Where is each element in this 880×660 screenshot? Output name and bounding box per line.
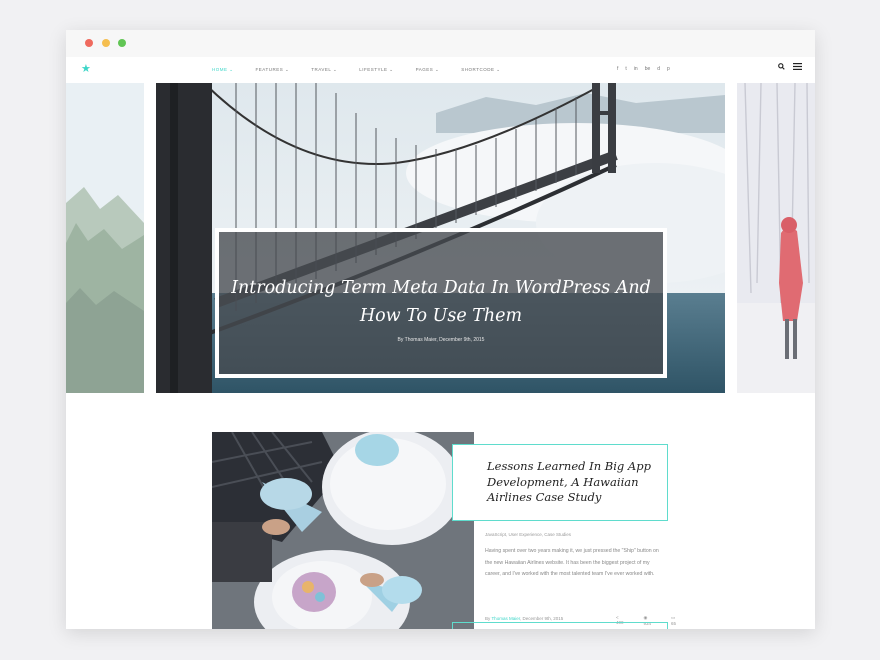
hero-slider: Introducing Term Meta Data In WordPress …: [66, 83, 815, 393]
post-date: , December 9th, 2015: [519, 616, 564, 621]
menu-item-features[interactable]: Features ⌄: [256, 67, 290, 73]
browser-window: ★ Home ⌄ Features ⌄ Travel ⌄ Lifestyle ⌄…: [66, 30, 815, 629]
star-icon[interactable]: ★: [81, 64, 91, 75]
hero-meta: By Thomas Maier, December 9th, 2015: [397, 337, 485, 343]
linkedin-icon[interactable]: in: [634, 66, 638, 72]
hero-caption[interactable]: Introducing Term Meta Data In WordPress …: [215, 228, 667, 378]
menu-item-shortcode[interactable]: Shortcode ⌄: [461, 67, 500, 73]
search-icon[interactable]: [778, 63, 785, 70]
previous-slide[interactable]: [66, 83, 144, 393]
post-excerpt: Having spent over two years making it, w…: [485, 548, 659, 577]
facebook-icon[interactable]: f: [617, 66, 618, 72]
hamburger-icon[interactable]: [793, 63, 802, 70]
maximize-window-button[interactable]: [118, 39, 126, 47]
menu-item-pages[interactable]: Pages ⌄: [416, 67, 440, 73]
twitter-icon[interactable]: t: [625, 66, 626, 72]
post-author-link[interactable]: Thomas Maier: [491, 616, 520, 621]
post-card: Lessons Learned In Big App Development, …: [212, 432, 676, 629]
main-menu: Home ⌄ Features ⌄ Travel ⌄ Lifestyle ⌄ P…: [212, 67, 523, 73]
top-navigation: ★ Home ⌄ Features ⌄ Travel ⌄ Lifestyle ⌄…: [66, 57, 815, 83]
social-links: f t in be d p: [617, 66, 677, 72]
next-slide[interactable]: [737, 83, 815, 393]
byline-prefix: By: [485, 616, 491, 621]
eye-icon: ◉: [643, 615, 648, 620]
behance-icon[interactable]: be: [645, 66, 651, 72]
featured-slide[interactable]: Introducing Term Meta Data In WordPress …: [156, 83, 725, 393]
menu-item-lifestyle[interactable]: Lifestyle ⌄: [359, 67, 393, 73]
minimize-window-button[interactable]: [102, 39, 110, 47]
close-window-button[interactable]: [85, 39, 93, 47]
post-byline: By Thomas Maier, December 9th, 2015: [485, 616, 563, 621]
menu-item-travel[interactable]: Travel ⌄: [311, 67, 337, 73]
pinterest-icon[interactable]: p: [667, 66, 670, 72]
comment-icon: ▭: [671, 615, 676, 620]
hero-title[interactable]: Introducing Term Meta Data In WordPress …: [219, 274, 663, 330]
post-footer-border: [452, 622, 668, 629]
menu-item-home[interactable]: Home ⌄: [212, 67, 234, 73]
post-title[interactable]: Lessons Learned In Big App Development, …: [487, 459, 662, 506]
post-categories[interactable]: JavaScript, User Experience, Case Studie…: [485, 532, 571, 537]
nav-tools: [778, 63, 802, 70]
dribbble-icon[interactable]: d: [657, 66, 660, 72]
window-chrome: [66, 30, 815, 58]
post-title-box[interactable]: Lessons Learned In Big App Development, …: [452, 444, 668, 521]
post-image[interactable]: [212, 432, 474, 629]
